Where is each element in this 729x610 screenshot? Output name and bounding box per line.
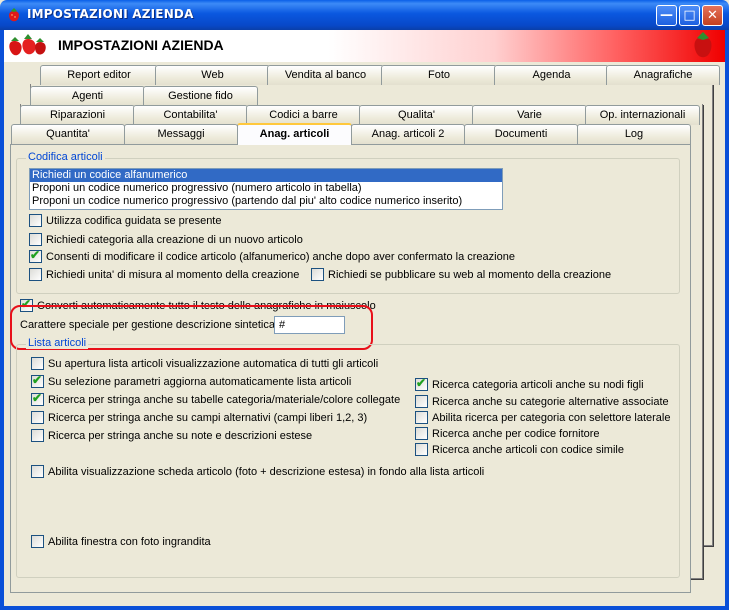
- checkbox-box[interactable]: [31, 465, 44, 478]
- maximize-button[interactable]: □: [679, 5, 700, 26]
- tab-quantita[interactable]: Quantita': [11, 124, 125, 144]
- tab-gestione-fido[interactable]: Gestione fido: [143, 86, 258, 106]
- tab-messaggi[interactable]: Messaggi: [124, 124, 238, 144]
- codifica-legend: Codifica articoli: [26, 151, 105, 163]
- lista-right-checkbox[interactable]: Ricerca anche articoli con codice simile: [415, 443, 624, 456]
- checkbox-label: Ricerca per stringa anche su tabelle cat…: [48, 393, 401, 406]
- richiedi-web-checkbox[interactable]: Richiedi se pubblicare su web al momento…: [311, 268, 611, 281]
- tab-contabilita[interactable]: Contabilita': [133, 105, 248, 125]
- checkbox-label: Su selezione parametri aggiorna automati…: [48, 375, 352, 388]
- checkbox-box[interactable]: ✔: [31, 373, 44, 388]
- codifica-option[interactable]: Richiedi un codice alfanumerico: [30, 169, 502, 182]
- tab-vendita-al-banco[interactable]: Vendita al banco: [267, 65, 384, 85]
- checkbox-box[interactable]: [415, 395, 428, 408]
- tab-qualita[interactable]: Qualita': [359, 105, 474, 125]
- close-icon: ✕: [707, 8, 718, 23]
- checkbox-label: Abilita visualizzazione scheda articolo …: [48, 465, 485, 478]
- lista-left-checkbox[interactable]: Su apertura lista articoli visualizzazio…: [31, 357, 378, 370]
- checkbox-label: Abilita finestra con foto ingrandita: [48, 535, 211, 548]
- tab-agenda[interactable]: Agenda: [494, 65, 609, 85]
- codifica-option[interactable]: Proponi un codice numerico progressivo (…: [30, 182, 502, 195]
- checkbox-box[interactable]: [415, 411, 428, 424]
- checkbox-box[interactable]: [415, 443, 428, 456]
- lista-left-checkbox[interactable]: ✔ Ricerca per stringa anche su tabelle c…: [31, 391, 401, 406]
- checkbox-box[interactable]: [29, 233, 42, 246]
- tab-anag-articoli[interactable]: Anag. articoli: [237, 123, 352, 145]
- codifica-listbox[interactable]: Richiedi un codice alfanumerico Proponi …: [29, 168, 503, 210]
- tab-foto[interactable]: Foto: [381, 65, 497, 85]
- minimize-icon: —: [660, 8, 673, 23]
- scheda-articolo-checkbox[interactable]: Abilita visualizzazione scheda articolo …: [31, 465, 484, 478]
- lista-left-checkbox[interactable]: Ricerca per stringa anche su campi alter…: [31, 411, 367, 424]
- banner-title: IMPOSTAZIONI AZIENDA: [58, 37, 224, 53]
- window-title: IMPOSTAZIONI AZIENDA: [27, 7, 194, 21]
- tab-codici-a-barre[interactable]: Codici a barre: [246, 105, 361, 125]
- checkbox-label: Richiedi unita' di misura al momento del…: [46, 268, 300, 281]
- tab-agenti[interactable]: Agenti: [30, 86, 145, 106]
- checkbox-label: Consenti di modificare il codice articol…: [46, 250, 515, 263]
- maximize-icon: □: [683, 8, 696, 23]
- header-banner: IMPOSTAZIONI AZIENDA: [4, 30, 725, 62]
- minimize-button[interactable]: —: [656, 5, 677, 26]
- tab-anag-articoli-2[interactable]: Anag. articoli 2: [351, 124, 465, 144]
- checkbox-box[interactable]: [31, 411, 44, 424]
- tab-web[interactable]: Web: [155, 65, 270, 85]
- checkbox-box[interactable]: [415, 427, 428, 440]
- lista-right-checkbox[interactable]: Abilita ricerca per categoria con selett…: [415, 411, 670, 424]
- lista-articoli-legend: Lista articoli: [26, 337, 89, 349]
- checkbox-label: Su apertura lista articoli visualizzazio…: [48, 357, 379, 370]
- strawberries-logo: [9, 34, 46, 56]
- checkbox-label: Ricerca anche per codice fornitore: [432, 427, 600, 440]
- strawberry-icon: [9, 8, 19, 22]
- lista-left-checkbox[interactable]: Ricerca per stringa anche su note e desc…: [31, 429, 312, 442]
- utilizza-codifica-checkbox[interactable]: Utilizza codifica guidata se presente: [29, 214, 221, 227]
- tab-documenti[interactable]: Documenti: [464, 124, 578, 144]
- checkbox-label: Ricerca per stringa anche su campi alter…: [48, 411, 368, 424]
- lista-right-checkbox[interactable]: Ricerca anche per codice fornitore: [415, 427, 600, 440]
- tab-report-editor[interactable]: Report editor: [40, 65, 158, 85]
- checkbox-label: Ricerca anche su categorie alternative a…: [432, 395, 669, 408]
- codifica-option[interactable]: Proponi un codice numerico progressivo (…: [30, 195, 502, 208]
- checkbox-label: Richiedi se pubblicare su web al momento…: [328, 268, 612, 281]
- tab-log[interactable]: Log: [577, 124, 691, 144]
- tab-anagrafiche[interactable]: Anagrafiche: [606, 65, 720, 85]
- check-mark-icon: ✔: [32, 391, 43, 405]
- check-mark-icon: ✔: [416, 376, 427, 390]
- richiedi-unita-checkbox[interactable]: Richiedi unita' di misura al momento del…: [29, 268, 299, 281]
- checkbox-box[interactable]: ✔: [29, 248, 42, 263]
- checkbox-box[interactable]: [31, 429, 44, 442]
- checkbox-label: Abilita ricerca per categoria con selett…: [432, 411, 671, 424]
- checkbox-box[interactable]: [311, 268, 324, 281]
- checkbox-label: Utilizza codifica guidata se presente: [46, 214, 222, 227]
- checkbox-label: Ricerca categoria articoli anche su nodi…: [432, 378, 644, 391]
- consenti-modifica-checkbox[interactable]: ✔ Consenti di modificare il codice artic…: [29, 248, 515, 263]
- tab-riparazioni[interactable]: Riparazioni: [20, 105, 135, 125]
- check-mark-icon: ✔: [30, 248, 41, 262]
- lista-right-checkbox[interactable]: Ricerca anche su categorie alternative a…: [415, 395, 669, 408]
- richiedi-categoria-checkbox[interactable]: Richiedi categoria alla creazione di un …: [29, 233, 303, 246]
- checkbox-box[interactable]: [31, 535, 44, 548]
- title-bar[interactable]: IMPOSTAZIONI AZIENDA — □ ✕: [0, 0, 729, 30]
- tab-varie[interactable]: Varie: [472, 105, 587, 125]
- checkbox-label: Ricerca per stringa anche su note e desc…: [48, 429, 313, 442]
- lista-right-checkbox[interactable]: ✔ Ricerca categoria articoli anche su no…: [415, 376, 644, 391]
- checkbox-box[interactable]: [29, 268, 42, 281]
- checkbox-label: Ricerca anche articoli con codice simile: [432, 443, 624, 456]
- checkbox-box[interactable]: ✔: [31, 391, 44, 406]
- checkbox-box[interactable]: [29, 214, 42, 227]
- tab-op-internazionali[interactable]: Op. internazionali: [585, 105, 700, 125]
- checkbox-box[interactable]: ✔: [415, 376, 428, 391]
- checkbox-label: Richiedi categoria alla creazione di un …: [46, 233, 303, 246]
- checkbox-box[interactable]: [31, 357, 44, 370]
- lista-left-checkbox[interactable]: ✔ Su selezione parametri aggiorna automa…: [31, 373, 352, 388]
- finestra-foto-checkbox[interactable]: Abilita finestra con foto ingrandita: [31, 535, 211, 548]
- strawberry-logo: [694, 32, 712, 58]
- check-mark-icon: ✔: [32, 373, 43, 387]
- close-button[interactable]: ✕: [702, 5, 723, 26]
